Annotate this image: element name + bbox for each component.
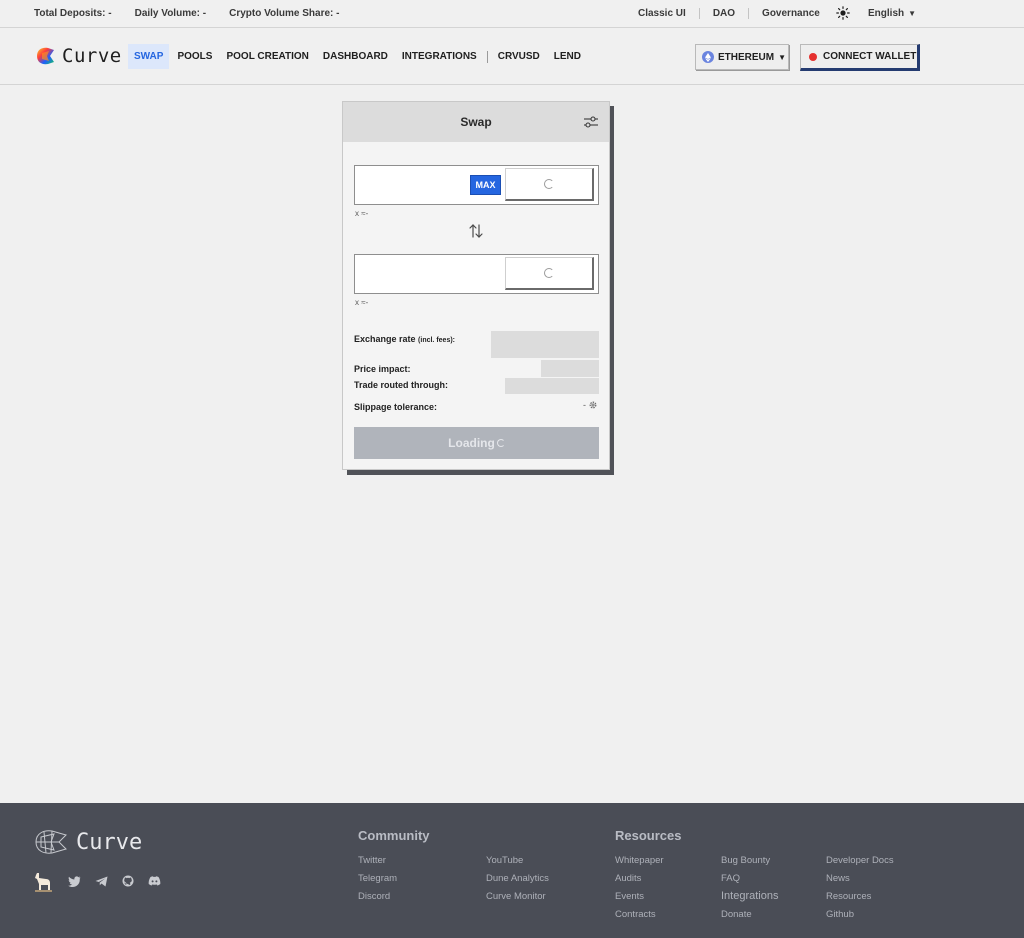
footer-link-contracts[interactable]: Contracts	[615, 909, 656, 920]
footer-link-twitter[interactable]: Twitter	[358, 855, 386, 866]
exchange-rate-note: (incl. fees):	[418, 337, 455, 344]
footer-link-donate[interactable]: Donate	[721, 909, 752, 920]
footer-logo[interactable]: Curve	[32, 827, 142, 857]
loading-label: Loading	[448, 436, 495, 450]
footer-link-faq[interactable]: FAQ	[721, 873, 740, 884]
chevron-down-icon: ▼	[778, 52, 787, 62]
swap-submit-button[interactable]: Loading	[354, 427, 599, 459]
footer-community-title: Community	[358, 828, 430, 843]
footer-link-resources[interactable]: Resources	[826, 891, 871, 902]
exchange-rate-label: Exchange rate (incl. fees):	[354, 334, 455, 344]
slippage-label: Slippage tolerance:	[354, 402, 438, 412]
swap-title: Swap	[460, 115, 492, 129]
governance-link[interactable]: Governance	[762, 8, 820, 19]
footer-link-telegram[interactable]: Telegram	[358, 873, 397, 884]
swap-card-header: Swap	[343, 102, 609, 142]
footer-link-news[interactable]: News	[826, 873, 850, 884]
loading-spinner-icon	[544, 179, 554, 189]
discord-icon[interactable]	[148, 876, 161, 886]
telegram-icon[interactable]	[95, 876, 108, 887]
footer-link-developer-docs[interactable]: Developer Docs	[826, 855, 894, 866]
social-links	[32, 870, 161, 892]
connect-wallet-button[interactable]: CONNECT WALLET	[800, 44, 920, 71]
price-impact-skeleton	[541, 360, 599, 377]
to-token-select[interactable]	[505, 257, 594, 290]
sliders-settings-icon[interactable]	[583, 115, 599, 129]
swap-arrows-icon	[469, 224, 483, 238]
nav-dashboard[interactable]: DASHBOARD	[317, 44, 394, 69]
footer-link-whitepaper[interactable]: Whitepaper	[615, 855, 664, 866]
from-amount-field[interactable]: MAX	[354, 165, 599, 205]
chevron-down-icon: ▼	[908, 8, 917, 18]
total-deposits-stat: Total Deposits: -	[34, 8, 112, 19]
language-select[interactable]: English ▼	[868, 8, 916, 19]
curve-logo-icon	[37, 47, 54, 65]
divider	[748, 8, 750, 19]
to-usd-value: x ≈-	[355, 298, 369, 307]
from-usd-value: x ≈-	[355, 209, 369, 218]
stats-bar: Total Deposits: - Daily Volume: - Crypto…	[0, 0, 1024, 28]
exchange-rate-skeleton	[491, 331, 599, 358]
footer-link-dune-analytics[interactable]: Dune Analytics	[486, 873, 549, 884]
to-amount-field[interactable]	[354, 254, 599, 294]
footer-logo-text: Curve	[76, 829, 143, 855]
nav-integrations[interactable]: INTEGRATIONS	[396, 44, 483, 69]
price-impact-label: Price impact:	[354, 364, 411, 374]
from-token-select[interactable]	[505, 168, 594, 201]
ethereum-icon	[702, 51, 714, 63]
theme-toggle-sun-icon[interactable]	[836, 6, 850, 20]
routed-through-label: Trade routed through:	[354, 380, 448, 390]
footer-link-events[interactable]: Events	[615, 891, 644, 902]
main-nav: SWAP POOLS POOL CREATION DASHBOARD INTEG…	[128, 44, 589, 69]
footer-resources-title: Resources	[615, 828, 682, 843]
slippage-value: -	[583, 400, 586, 410]
main-header: Curve SWAP POOLS POOL CREATION DASHBOARD…	[0, 29, 1024, 85]
connect-wallet-label: CONNECT WALLET	[823, 51, 917, 62]
github-icon[interactable]	[122, 875, 134, 887]
nav-lend[interactable]: LEND	[548, 44, 587, 69]
footer-link-audits[interactable]: Audits	[615, 873, 641, 884]
logo-text: Curve	[62, 45, 122, 67]
daily-volume-stat: Daily Volume: -	[134, 8, 207, 19]
footer-link-youtube[interactable]: YouTube	[486, 855, 523, 866]
language-label: English	[868, 7, 905, 19]
divider	[698, 8, 700, 19]
twitter-icon[interactable]	[68, 875, 81, 887]
nav-divider	[486, 50, 488, 63]
llama-icon[interactable]	[32, 870, 54, 892]
swap-direction-button[interactable]	[468, 223, 484, 243]
loading-spinner-icon	[544, 268, 554, 278]
nav-swap[interactable]: SWAP	[128, 44, 170, 69]
crypto-volume-share-stat: Crypto Volume Share: -	[229, 8, 340, 19]
gear-icon	[589, 401, 597, 409]
route-skeleton	[505, 378, 599, 394]
nav-pool-creation[interactable]: POOL CREATION	[220, 44, 314, 69]
footer-link-curve-monitor[interactable]: Curve Monitor	[486, 891, 546, 902]
dao-link[interactable]: DAO	[713, 8, 735, 19]
slippage-setting[interactable]: -	[583, 400, 598, 410]
classic-ui-link[interactable]: Classic UI	[638, 8, 686, 19]
exchange-rate-text: Exchange rate	[354, 334, 416, 344]
footer-link-integrations[interactable]: Integrations	[721, 890, 778, 902]
footer-link-github[interactable]: Github	[826, 909, 854, 920]
network-select-button[interactable]: ETHEREUM ▼	[695, 44, 789, 70]
curve-logo[interactable]: Curve	[34, 45, 122, 67]
footer-link-discord[interactable]: Discord	[358, 891, 390, 902]
footer-link-bug-bounty[interactable]: Bug Bounty	[721, 855, 770, 866]
status-dot-icon	[809, 52, 817, 61]
nav-pools[interactable]: POOLS	[171, 44, 218, 69]
nav-crvusd[interactable]: CRVUSD	[492, 44, 546, 69]
footer: Curve Community Twitter Telegram Discord…	[0, 803, 1024, 938]
loading-spinner-icon	[496, 439, 505, 447]
curve-logo-outline-icon	[35, 830, 67, 854]
max-button[interactable]: MAX	[470, 175, 501, 195]
network-label: ETHEREUM	[718, 51, 775, 63]
swap-card: Swap MAX x ≈- x ≈- Exchange rate (incl. …	[342, 101, 610, 470]
